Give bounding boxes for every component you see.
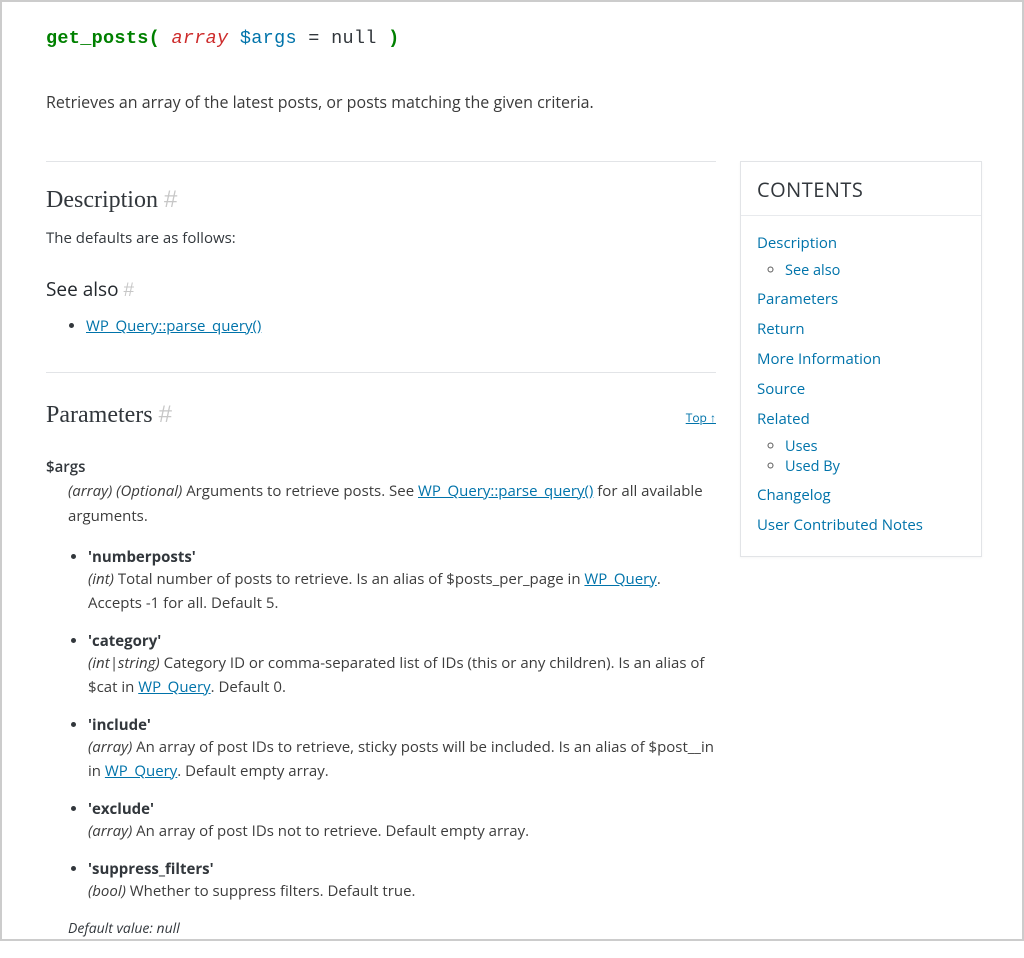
toc-item-description[interactable]: Description <box>757 228 965 258</box>
layout: Description # The defaults are as follow… <box>46 161 982 938</box>
see-also-anchor[interactable]: # <box>123 280 134 301</box>
see-also-list: WP_Query::parse_query() <box>46 314 716 338</box>
param-item: 'numberposts' (int) Total number of post… <box>88 547 716 615</box>
param-key: 'suppress_filters' <box>88 859 214 879</box>
parameters-head: Parameters # Top ↑ <box>46 401 716 443</box>
param-type: (array) <box>88 821 132 841</box>
args-desc-pre: Arguments to retrieve posts. See <box>186 481 418 501</box>
see-also-link[interactable]: WP_Query::parse_query() <box>86 316 261 336</box>
toc-item-source[interactable]: Source <box>757 374 965 404</box>
param-item: 'suppress_filters' (bool) Whether to sup… <box>88 859 716 903</box>
param-text-post: . Default 0. <box>211 677 286 697</box>
args-desc-link[interactable]: WP_Query::parse_query() <box>418 481 593 501</box>
default-value: Default value: null <box>46 919 716 938</box>
function-summary: Retrieves an array of the latest posts, … <box>46 91 982 113</box>
toc-item-return[interactable]: Return <box>757 314 965 344</box>
top-link[interactable]: Top ↑ <box>686 409 716 426</box>
param-link[interactable]: WP_Query <box>584 569 656 589</box>
contents-title: CONTENTS <box>741 162 981 216</box>
function-signature: get_posts( array $args = null ) <box>46 28 982 49</box>
see-also-item: WP_Query::parse_query() <box>86 314 716 338</box>
param-text-pre: Whether to suppress filters. Default tru… <box>126 881 416 901</box>
page-container: get_posts( array $args = null ) Retrieve… <box>2 2 1022 958</box>
parameters-title: Parameters <box>46 402 153 428</box>
main-content: Description # The defaults are as follow… <box>46 161 716 938</box>
signature-close-paren: ) <box>388 28 399 49</box>
args-name: $args <box>46 457 716 477</box>
param-text-pre: An array of post IDs not to retrieve. De… <box>132 821 529 841</box>
param-item: 'include' (array) An array of post IDs t… <box>88 715 716 783</box>
see-also-heading: See also # <box>46 276 716 302</box>
toc: Description See also Parameters Return M… <box>741 216 981 556</box>
signature-equals: = <box>308 28 319 49</box>
signature-fn: get_posts <box>46 28 149 49</box>
param-key: 'numberposts' <box>88 547 196 567</box>
toc-item-notes[interactable]: User Contributed Notes <box>757 510 965 540</box>
toc-item-related[interactable]: Related <box>757 404 965 434</box>
description-text: The defaults are as follows: <box>46 228 716 248</box>
toc-item-changelog[interactable]: Changelog <box>757 480 965 510</box>
param-text-post: . Default empty array. <box>177 761 328 781</box>
toc-item-see-also[interactable]: See also <box>785 256 840 285</box>
param-link[interactable]: WP_Query <box>105 761 177 781</box>
signature-open-paren: ( <box>149 28 160 49</box>
description-heading: Description # <box>46 186 716 214</box>
args-type: (array) <box>68 481 112 501</box>
param-item: 'category' (int|string) Category ID or c… <box>88 631 716 699</box>
see-also-title: See also <box>46 276 119 302</box>
param-type: (bool) <box>88 881 126 901</box>
args-optional: (Optional) <box>116 481 182 501</box>
param-key: 'exclude' <box>88 799 154 819</box>
section-divider <box>46 372 716 373</box>
args-desc: (array) (Optional) Arguments to retrieve… <box>46 479 716 529</box>
signature-type: array <box>171 28 228 49</box>
parameters-heading: Parameters # <box>46 401 172 429</box>
param-key: 'category' <box>88 631 161 651</box>
toc-sub: See also <box>757 260 965 280</box>
contents-sidebar: CONTENTS Description See also Parameters… <box>740 161 982 557</box>
signature-var: $args <box>240 28 297 49</box>
param-type: (int|string) <box>88 653 160 673</box>
toc-item-more-info[interactable]: More Information <box>757 344 965 374</box>
toc-item-parameters[interactable]: Parameters <box>757 284 965 314</box>
param-type: (int) <box>88 569 114 589</box>
param-item: 'exclude' (array) An array of post IDs n… <box>88 799 716 843</box>
parameters-anchor[interactable]: # <box>159 401 172 428</box>
toc-item-used-by[interactable]: Used By <box>785 452 840 481</box>
param-type: (array) <box>88 737 132 757</box>
description-anchor[interactable]: # <box>164 186 177 213</box>
param-key: 'include' <box>88 715 151 735</box>
param-link[interactable]: WP_Query <box>138 677 210 697</box>
signature-null: null <box>331 28 377 49</box>
params-list: 'numberposts' (int) Total number of post… <box>46 547 716 903</box>
param-text-pre: Total number of posts to retrieve. Is an… <box>114 569 585 589</box>
description-title: Description <box>46 187 158 213</box>
toc-sub: Uses Used By <box>757 436 965 476</box>
